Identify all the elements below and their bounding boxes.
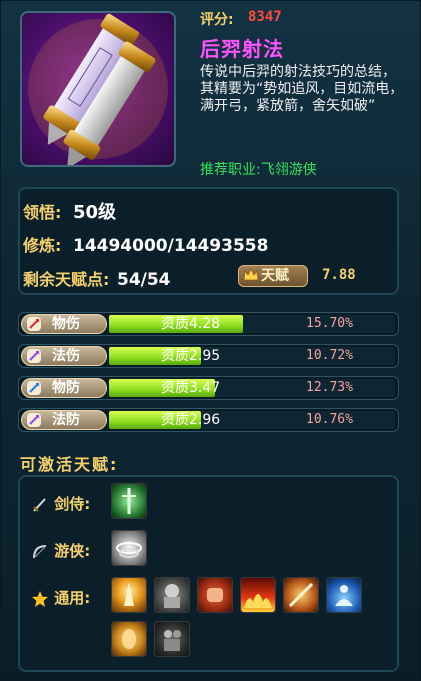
activatable-title: 可激活天赋:: [20, 455, 119, 474]
item-description: 传说中后羿的射法技巧的总结，其精要为“势如追风，目如流电，满开弓，紧放箭，舍矢如…: [200, 64, 404, 114]
item-scroll-icon: [20, 11, 176, 167]
stone-guardian-icon[interactable]: [154, 577, 190, 613]
attribute-bar-row: 物伤 资质4.28 15.70%: [18, 312, 399, 336]
comprehension-row: 领悟: 50级: [23, 198, 116, 224]
crown-icon: [244, 269, 258, 281]
shadow-figure-icon[interactable]: [154, 621, 190, 657]
ranger-label: 游侠:: [54, 542, 91, 560]
attribute-quality-text: 资质2.96: [161, 412, 221, 428]
meditation-icon[interactable]: [326, 577, 362, 613]
talent-button[interactable]: 天赋: [238, 265, 308, 287]
attribute-quality-text: 资质4.28: [161, 316, 221, 332]
attribute-percent-text: 12.73%: [306, 380, 353, 395]
shield-icon: [27, 381, 41, 395]
talent-tooltip-panel: 评分: 8347 后羿射法 传说中后羿的射法技巧的总结，其精要为“势如追风，目如…: [0, 0, 421, 681]
attribute-bar-label: 法防: [21, 410, 107, 430]
attribute-bar-label: 物防: [21, 378, 107, 398]
attribute-percent-text: 10.76%: [306, 412, 353, 427]
golden-face-icon[interactable]: [111, 621, 147, 657]
item-name: 后羿射法: [200, 37, 284, 61]
swordsman-row: 剑侍:: [31, 493, 90, 514]
talent-points-label: 剩余天赋点:: [23, 270, 110, 289]
lightning-icon: [27, 349, 41, 363]
attribute-bar-label-text: 法防: [52, 412, 80, 428]
swordsman-label: 剑侍:: [54, 495, 91, 513]
attribute-bar-row: 法防 资质2.96 10.76%: [18, 408, 399, 432]
comprehension-value: 50级: [72, 202, 117, 223]
attribute-bar-label-text: 物伤: [52, 316, 80, 332]
cultivation-row: 修炼: 14494000/14493558: [23, 232, 268, 256]
score-value: 8347: [248, 9, 282, 25]
attribute-percent-text: 15.70%: [306, 316, 353, 331]
flame-wave-icon[interactable]: [240, 577, 276, 613]
sword-icon: [27, 317, 41, 331]
attribute-bar-label: 法伤: [21, 346, 107, 366]
attribute-quality-text: 资质3.47: [161, 380, 221, 396]
cultivation-label: 修炼:: [23, 236, 62, 255]
talent-button-label: 天赋: [261, 268, 289, 284]
whirlwind-talent-icon[interactable]: [111, 530, 147, 566]
golden-burst-icon[interactable]: [111, 577, 147, 613]
star-icon: [32, 590, 48, 607]
talent-value: 7.88: [322, 267, 356, 283]
sword-icon: [33, 497, 46, 512]
attribute-bar-row: 物防 资质3.47 12.73%: [18, 376, 399, 400]
comprehension-label: 领悟:: [23, 203, 62, 222]
common-row: 通用:: [31, 587, 90, 608]
talent-points-value: 54/54: [116, 270, 171, 290]
talent-points-row: 剩余天赋点: 54/54: [23, 266, 171, 290]
attribute-bar-label-text: 法伤: [52, 348, 80, 364]
bow-icon: [33, 544, 47, 558]
sword-talent-icon[interactable]: [111, 483, 147, 519]
attribute-bar-label: 物伤: [21, 314, 107, 334]
attribute-quality-text: 资质2.95: [161, 348, 221, 364]
fist-strike-icon[interactable]: [197, 577, 233, 613]
magic-shield-icon: [27, 413, 41, 427]
score-label: 评分:: [200, 12, 234, 28]
common-label: 通用:: [54, 589, 91, 607]
attribute-percent-text: 10.72%: [306, 348, 353, 363]
cultivation-value: 14494000/14493558: [72, 236, 269, 256]
attribute-bar-row: 法伤 资质2.95 10.72%: [18, 344, 399, 368]
attribute-bar-label-text: 物防: [52, 380, 80, 396]
blade-slash-icon[interactable]: [283, 577, 319, 613]
recommended-class: 推荐职业:飞翎游侠: [200, 162, 317, 178]
ranger-row: 游侠:: [31, 540, 90, 561]
